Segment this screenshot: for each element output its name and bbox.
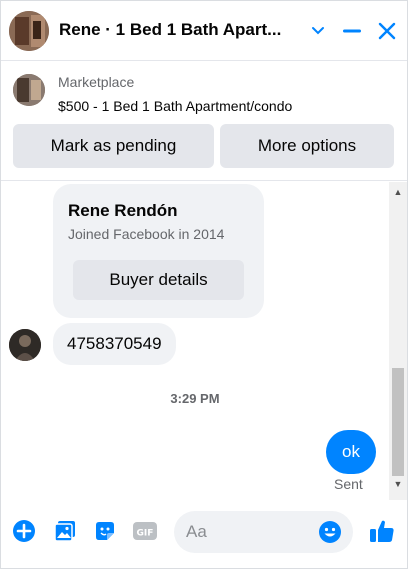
chevron-down-icon[interactable] [305,18,331,44]
more-options-button[interactable]: More options [220,124,394,168]
scroll-up-icon[interactable]: ▲ [389,184,407,200]
message-input[interactable] [186,511,316,553]
chat-header[interactable]: Rene · 1 Bed 1 Bath Apart... [1,1,407,61]
scrollbar-thumb[interactable] [392,368,404,476]
scrollbar[interactable]: ▲ ▼ [389,182,407,500]
minimize-icon[interactable] [339,18,365,44]
marketplace-label: Marketplace [58,74,135,90]
listing-thumbnail[interactable] [13,74,45,106]
sender-avatar[interactable] [9,329,41,361]
gif-icon[interactable]: GIF [132,518,158,544]
listing-title[interactable]: $500 - 1 Bed 1 Bath Apartment/condo [58,98,292,114]
scroll-down-icon[interactable]: ▼ [389,476,407,492]
svg-text:GIF: GIF [137,529,154,539]
message-input-wrapper[interactable] [174,511,353,553]
buyer-joined-date: Joined Facebook in 2014 [68,226,225,242]
sticker-icon[interactable] [92,518,118,544]
chat-window: Rene · 1 Bed 1 Bath Apart... Marketplace… [0,0,408,569]
marketplace-panel: Marketplace $500 - 1 Bed 1 Bath Apartmen… [1,62,407,181]
mark-as-pending-button[interactable]: Mark as pending [13,124,214,168]
buyer-info-card: Rene Rendón Joined Facebook in 2014 Buye… [53,184,264,318]
like-icon[interactable] [369,518,395,544]
outgoing-message[interactable]: ok [326,430,376,474]
add-icon[interactable] [11,518,37,544]
buyer-details-button[interactable]: Buyer details [73,260,244,300]
message-list[interactable]: Rene Rendón Joined Facebook in 2014 Buye… [1,182,389,500]
chat-title[interactable]: Rene · 1 Bed 1 Bath Apart... [59,20,291,40]
message-composer: GIF [1,501,407,568]
incoming-message[interactable]: 4758370549 [53,323,176,365]
buyer-name: Rene Rendón [68,201,178,220]
close-icon[interactable] [374,18,400,44]
emoji-icon[interactable] [318,520,342,544]
contact-avatar[interactable] [9,11,49,51]
image-icon[interactable] [52,518,78,544]
message-status: Sent [334,476,363,492]
message-timestamp: 3:29 PM [170,391,220,406]
